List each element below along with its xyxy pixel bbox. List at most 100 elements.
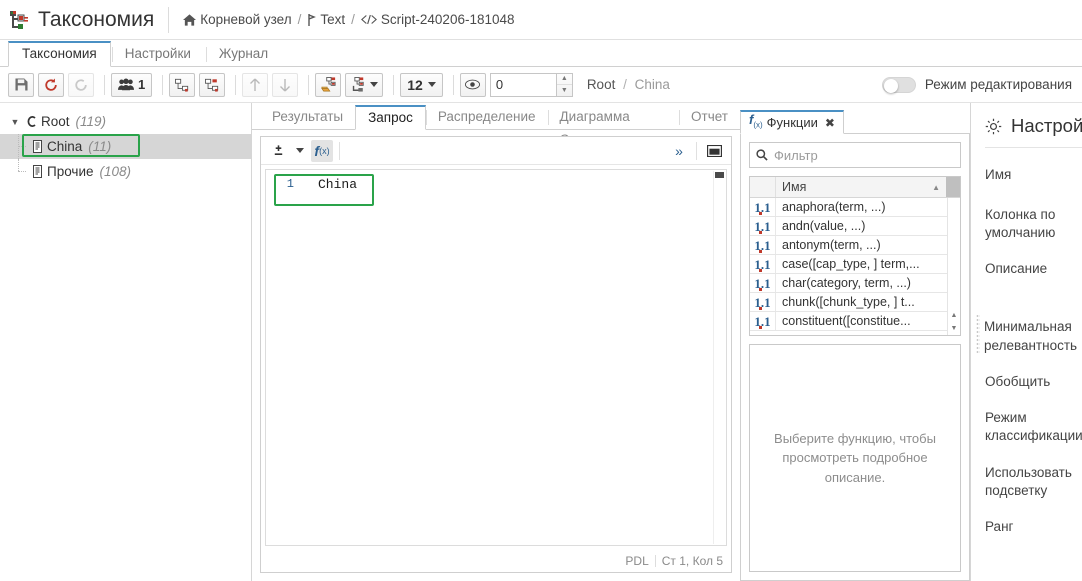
- tab-log[interactable]: Журнал: [205, 41, 282, 67]
- function-name: chunk([chunk_type, ] t...: [782, 295, 915, 309]
- tree-node-other[interactable]: Прочие (108): [0, 159, 251, 184]
- plus-minus-icon[interactable]: [267, 140, 289, 162]
- fx-icon: f(x): [749, 111, 763, 130]
- tree-node-china[interactable]: China (11): [0, 134, 251, 159]
- field-generalize: Обобщить: [985, 369, 1082, 391]
- function-name: case([cap_type, ] term,...: [782, 257, 920, 271]
- editor-toolbar-right: »: [668, 140, 725, 162]
- functions-table: Имя ▲ 1.1 anaphora(term, ...) 1.1 andn(v…: [749, 176, 961, 336]
- toolbar-divider-4: [308, 74, 310, 95]
- header-name-label: Имя: [782, 180, 807, 194]
- doc-node-icon: [28, 165, 46, 178]
- toolbar-divider-1: [104, 74, 105, 95]
- function-type-icon: 1.1: [750, 198, 776, 216]
- breadcrumb-item-script[interactable]: Script-240206-181048: [360, 12, 515, 27]
- tab-distribution[interactable]: Распределение: [425, 105, 548, 130]
- taxonomy-tree-panel: ▼ Root (119) China (11) Прочие (108): [0, 103, 252, 581]
- function-filter-placeholder: Фильтр: [774, 147, 818, 163]
- edit-mode-toggle[interactable]: [881, 76, 916, 93]
- preview-button[interactable]: [459, 72, 486, 97]
- tab-results[interactable]: Результаты: [260, 105, 355, 130]
- code-text: China: [318, 176, 358, 192]
- tree-node-root[interactable]: ▼ Root (119): [0, 109, 251, 134]
- tree-node-other-count: (108): [99, 164, 132, 179]
- editor-language-label: PDL: [625, 554, 649, 568]
- table-row[interactable]: 1.1 antonym(term, ...): [750, 236, 960, 255]
- tab-query[interactable]: Запрос: [355, 105, 426, 130]
- node-options-button[interactable]: [345, 72, 384, 97]
- field-rank: Ранг ▲ ▼: [985, 514, 1082, 540]
- main-body: ▼ Root (119) China (11) Прочие (108) Рез…: [0, 103, 1082, 581]
- table-row[interactable]: 1.1 chunk([chunk_type, ] t...: [750, 293, 960, 312]
- function-toggle-button[interactable]: f (x): [311, 139, 333, 162]
- tab-report[interactable]: Отчет: [679, 105, 740, 130]
- function-name: antonym(term, ...): [782, 238, 881, 252]
- double-chevron-right-icon[interactable]: »: [668, 140, 690, 162]
- train-button[interactable]: [315, 72, 342, 97]
- result-tab-bar: Результаты Запрос Распределение Диаграмм…: [252, 103, 740, 147]
- functions-tab-bar: f(x) Функции ✖: [740, 109, 970, 134]
- main-toolbar: 1 12 0 ▲ ▼ Root / China Режим редактиров…: [0, 67, 1082, 103]
- app-header: Таксономия Корневой узел / Text / Script…: [0, 0, 1082, 40]
- table-row[interactable]: 1.1 char(category, term, ...): [750, 274, 960, 293]
- zoom-level-button[interactable]: 12: [400, 72, 443, 97]
- tree-node-china-count: (11): [88, 139, 112, 154]
- users-button[interactable]: 1: [111, 72, 153, 97]
- page-title: Таксономия: [38, 7, 155, 31]
- table-row[interactable]: 1.1 case([cap_type, ] term,...: [750, 255, 960, 274]
- current-node-path: Root / China: [587, 77, 670, 92]
- threshold-stepper[interactable]: ▲ ▼: [489, 72, 573, 97]
- threshold-input[interactable]: [489, 72, 556, 97]
- threshold-increment[interactable]: ▲: [556, 74, 572, 85]
- editor-insert-dropdown[interactable]: [289, 140, 311, 162]
- field-classification-mode: Режим классификации C – Любое соответств…: [985, 405, 1082, 445]
- panel-toggle-icon[interactable]: [703, 140, 725, 162]
- add-node-button[interactable]: [169, 72, 196, 97]
- threshold-decrement[interactable]: ▼: [557, 85, 572, 96]
- close-icon[interactable]: ✖: [825, 112, 835, 134]
- save-button[interactable]: [8, 72, 34, 97]
- function-name: anaphora(term, ...): [782, 200, 886, 214]
- editor-status-bar: PDL Ст 1, Кол 5: [261, 550, 731, 572]
- scroll-up-icon[interactable]: ▲: [948, 309, 960, 322]
- move-up-button: [242, 72, 269, 97]
- function-filter-input[interactable]: Фильтр: [749, 142, 961, 168]
- table-row[interactable]: 1.1 anaphora(term, ...): [750, 198, 960, 217]
- table-row[interactable]: 1.1 andn(value, ...): [750, 217, 960, 236]
- table-row[interactable]: 1.1 constituent([constitue...: [750, 312, 960, 331]
- field-default-column: Колонка по умолчанию Text content: [985, 202, 1082, 242]
- drag-grip-icon: [976, 314, 980, 355]
- refresh-button[interactable]: [38, 72, 64, 97]
- editor-divider-1: [339, 141, 340, 160]
- add-child-node-button[interactable]: [199, 72, 226, 97]
- threshold-spinner[interactable]: ▲ ▼: [555, 72, 573, 97]
- field-description: Описание: [985, 256, 1082, 300]
- header-scroll-spacer: [946, 177, 960, 197]
- query-editor-pane: f (x) » 1 China PDL Ст 1, Кол 5: [260, 136, 732, 573]
- doc-node-icon: [28, 140, 46, 153]
- breadcrumb-item-root[interactable]: Корневой узел: [183, 12, 292, 27]
- tree-node-root-label: Root: [41, 114, 70, 129]
- functions-panel: f(x) Функции ✖ Фильтр Имя ▲ 1.1 anaphora…: [740, 103, 970, 581]
- c-node-icon: [22, 115, 40, 128]
- tab-settings[interactable]: Настройки: [111, 41, 205, 67]
- code-icon: [360, 14, 377, 25]
- code-editor-area[interactable]: 1 China: [265, 169, 727, 546]
- scroll-down-icon[interactable]: ▼: [948, 322, 960, 335]
- header-name-column[interactable]: Имя ▲: [776, 180, 946, 194]
- functions-panel-body: Фильтр Имя ▲ 1.1 anaphora(term, ...) 1.1…: [740, 134, 970, 581]
- scrollbar-thumb[interactable]: [715, 172, 724, 178]
- breadcrumb-item-text[interactable]: Text: [307, 12, 345, 27]
- tab-sunburst-chart[interactable]: Диаграмма Солнечные лучи: [547, 105, 680, 147]
- chevron-down-icon[interactable]: ▼: [8, 117, 22, 127]
- tab-functions[interactable]: f(x) Функции ✖: [740, 110, 844, 134]
- tab-taxonomy[interactable]: Таксономия: [8, 41, 111, 67]
- tree-node-other-label: Прочие: [47, 164, 94, 179]
- chevron-down-icon: [427, 82, 436, 87]
- field-min-relevance: Минимальная релевантность ▲ ▼: [976, 314, 1082, 355]
- functions-list-scrollbar[interactable]: ▲ ▼: [947, 198, 960, 335]
- tree-node-china-label: China: [47, 139, 83, 154]
- editor-vertical-scrollbar[interactable]: [713, 171, 725, 544]
- header-divider: [168, 6, 170, 33]
- chevron-down-icon: [296, 148, 304, 153]
